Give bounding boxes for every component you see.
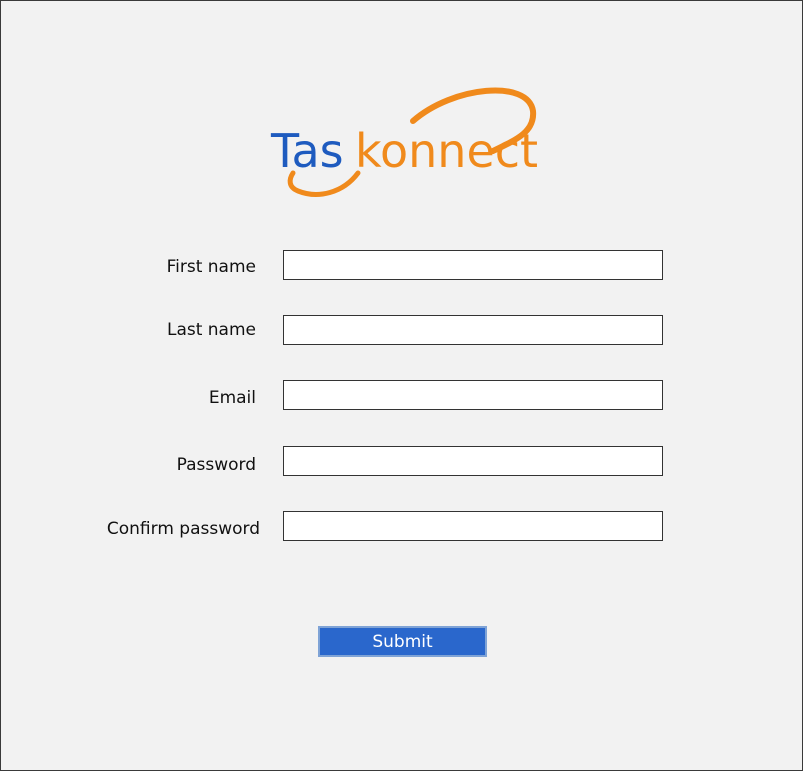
- submit-button[interactable]: Submit: [318, 626, 487, 657]
- first-name-input[interactable]: [283, 250, 663, 280]
- email-input[interactable]: [283, 380, 663, 410]
- email-label: Email: [208, 388, 256, 408]
- logo-mark: Tas konnect: [270, 87, 538, 197]
- first-name-label: First name: [166, 257, 256, 277]
- logo-text-part1: Tas: [270, 124, 344, 178]
- confirm-password-input[interactable]: [283, 511, 663, 541]
- last-name-input[interactable]: [283, 315, 663, 345]
- password-label: Password: [176, 455, 256, 475]
- password-input[interactable]: [283, 446, 663, 476]
- last-name-label: Last name: [166, 320, 256, 340]
- signup-window: Tas konnect First name Last name Email P…: [0, 0, 803, 771]
- logo-text-part2: konnect: [355, 124, 538, 178]
- confirm-password-label: Confirm password: [106, 519, 260, 539]
- taskonnect-logo: Tas konnect: [263, 81, 543, 206]
